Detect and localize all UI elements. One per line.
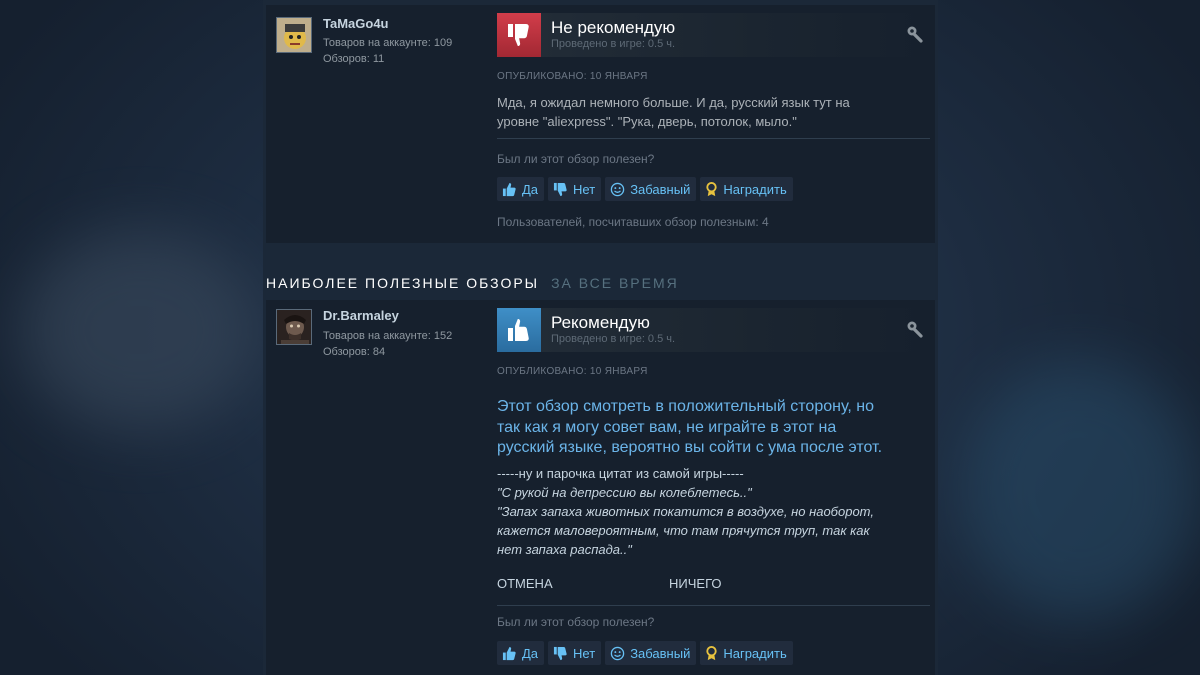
hours-played: Проведено в игре: 0.5 ч. bbox=[551, 333, 676, 345]
verdict-title[interactable]: Рекомендую bbox=[551, 313, 650, 333]
vote-funny-label: Забавный bbox=[630, 645, 691, 661]
helpful-question: Был ли этот обзор полезен? bbox=[497, 615, 655, 629]
vote-funny-button[interactable]: Забавный bbox=[605, 641, 697, 665]
review-body: -----ну и парочка цитат из самой игры---… bbox=[497, 464, 927, 559]
username[interactable]: TaMaGo4u bbox=[323, 16, 389, 31]
vote-funny-label: Забавный bbox=[630, 181, 691, 197]
vote-no-button[interactable]: Нет bbox=[548, 177, 602, 201]
review-quote-line: так как я могу совет вам, не играйте в э… bbox=[497, 418, 837, 436]
vote-no-label: Нет bbox=[573, 181, 596, 197]
posted-date: ОПУБЛИКОВАНО: 10 ЯНВАРЯ bbox=[497, 366, 648, 377]
helpful-count: Пользователей, посчитавших обзор полезны… bbox=[497, 215, 769, 229]
verdict-header[interactable]: Рекомендую Проведено в игре: 0.5 ч. bbox=[497, 308, 930, 352]
reviews-column: TaMaGo4u Товаров на аккаунте: 109 Обзоро… bbox=[263, 0, 938, 675]
wrench-icon[interactable] bbox=[906, 25, 924, 48]
divider bbox=[497, 138, 930, 139]
wrench-icon[interactable] bbox=[906, 320, 924, 343]
verdict-header[interactable]: Не рекомендую Проведено в игре: 0.5 ч. bbox=[497, 13, 930, 57]
vote-yes-button[interactable]: Да bbox=[497, 641, 545, 665]
section-header: НАИБОЛЕЕ ПОЛЕЗНЫЕ ОБЗОРЫ ЗА ВСЕ ВРЕМЯ bbox=[266, 275, 679, 291]
posted-date: ОПУБЛИКОВАНО: 10 ЯНВАРЯ bbox=[497, 71, 648, 82]
smiley-icon bbox=[610, 646, 625, 660]
review-word-left: ОТМЕНА bbox=[497, 576, 553, 591]
products-count[interactable]: Товаров на аккаунте: 152 bbox=[323, 330, 452, 342]
review-word-right: НИЧЕГО bbox=[669, 576, 722, 591]
vote-yes-label: Да bbox=[522, 645, 539, 661]
award-label: Наградить bbox=[723, 645, 787, 661]
award-icon bbox=[706, 645, 717, 660]
review-card: TaMaGo4u Товаров на аккаунте: 109 Обзоро… bbox=[266, 5, 935, 243]
vote-buttons: Да Нет Забавный Наградить bbox=[497, 177, 793, 201]
vote-yes-label: Да bbox=[522, 181, 539, 197]
avatar[interactable] bbox=[276, 17, 312, 53]
thumbs-down-icon bbox=[553, 182, 567, 196]
background-glow-left bbox=[20, 230, 260, 430]
thumbs-up-icon bbox=[502, 646, 516, 660]
review-body-line: нет запаха распада.." bbox=[497, 542, 632, 557]
vote-yes-button[interactable]: Да bbox=[497, 177, 545, 201]
review-quote-line: русский языке, вероятно вы сойти с ума п… bbox=[497, 439, 883, 456]
review-body-line: Мда, я ожидал немного больше. И да, русс… bbox=[497, 95, 850, 110]
review-quote-line: Этот обзор смотреть в положительный стор… bbox=[497, 398, 874, 415]
review-body-line: уровне "aliexpress". "Рука, дверь, потол… bbox=[497, 114, 797, 129]
thumbs-up-icon bbox=[502, 182, 516, 196]
review-body-line: "Запах запаха животных покатится в возду… bbox=[497, 504, 874, 519]
verdict-title[interactable]: Не рекомендую bbox=[551, 18, 675, 38]
helpful-question: Был ли этот обзор полезен? bbox=[497, 152, 655, 166]
hours-played: Проведено в игре: 0.5 ч. bbox=[551, 38, 676, 50]
reviews-count[interactable]: Обзоров: 84 bbox=[323, 346, 385, 358]
vote-no-button[interactable]: Нет bbox=[548, 641, 602, 665]
review-quote: Этот обзор смотреть в положительный стор… bbox=[497, 397, 927, 459]
reviews-count[interactable]: Обзоров: 11 bbox=[323, 53, 384, 65]
review-body: Мда, я ожидал немного больше. И да, русс… bbox=[497, 93, 907, 131]
smiley-icon bbox=[610, 182, 625, 196]
background-glow-right bbox=[960, 360, 1200, 620]
vote-no-label: Нет bbox=[573, 645, 596, 661]
award-label: Наградить bbox=[723, 181, 787, 197]
divider bbox=[497, 605, 930, 606]
review-body-line: -----ну и парочка цитат из самой игры---… bbox=[497, 466, 744, 481]
vote-funny-button[interactable]: Забавный bbox=[605, 177, 697, 201]
avatar[interactable] bbox=[276, 309, 312, 345]
review-body-line: "С рукой на депрессию вы колеблетесь.." bbox=[497, 485, 752, 500]
thumbs-up-icon bbox=[497, 308, 541, 352]
vote-buttons: Да Нет Забавный Наградить bbox=[497, 641, 793, 665]
thumbs-down-icon bbox=[497, 13, 541, 57]
username[interactable]: Dr.Barmaley bbox=[323, 308, 399, 323]
award-icon bbox=[706, 181, 717, 196]
review-body-line: кажется маловероятным, что там прячутся … bbox=[497, 523, 870, 538]
award-button[interactable]: Наградить bbox=[700, 641, 793, 665]
thumbs-down-icon bbox=[553, 646, 567, 660]
review-card: Dr.Barmaley Товаров на аккаунте: 152 Обз… bbox=[266, 300, 935, 675]
section-period[interactable]: ЗА ВСЕ ВРЕМЯ bbox=[551, 275, 679, 291]
award-button[interactable]: Наградить bbox=[700, 177, 793, 201]
products-count[interactable]: Товаров на аккаунте: 109 bbox=[323, 37, 452, 49]
section-title: НАИБОЛЕЕ ПОЛЕЗНЫЕ ОБЗОРЫ bbox=[266, 275, 540, 291]
